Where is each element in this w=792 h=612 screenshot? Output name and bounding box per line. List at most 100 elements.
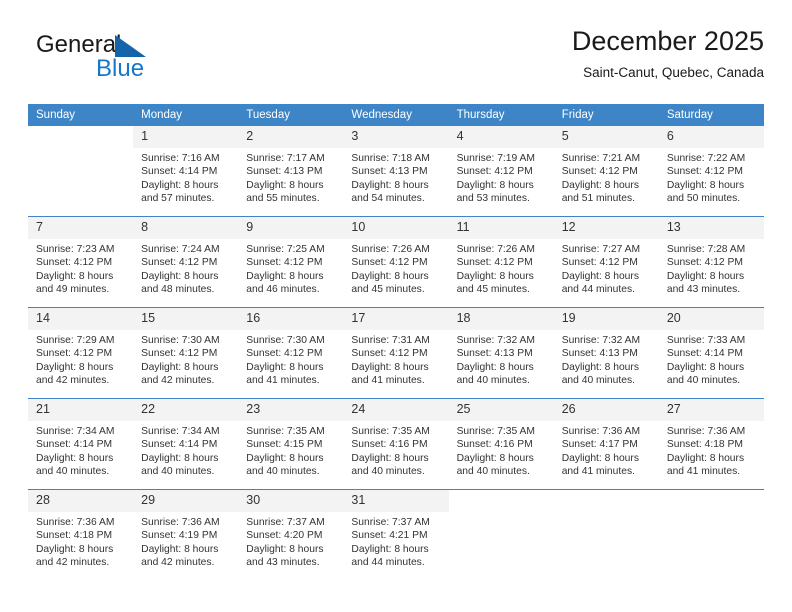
- daylight-text-line2: and 54 minutes.: [351, 193, 425, 205]
- day-details: Sunrise: 7:33 AM Sunset: 4:14 PM Daylight:…: [659, 330, 764, 388]
- day-details: Sunrise: 7:28 AM Sunset: 4:12 PM Daylight:…: [659, 239, 764, 297]
- calendar-day-cell[interactable]: 22 Sunrise: 7:34 AM Sunset: 4:14 PM Dayligh…: [133, 398, 239, 490]
- calendar-day-cell[interactable]: 1 Sunrise: 7:16 AM Sunset: 4:14 PM Daylight…: [133, 126, 239, 217]
- calendar-day-cell[interactable]: 25 Sunrise: 7:35 AM Sunset: 4:16 PM Dayligh…: [448, 398, 554, 490]
- sunrise-text: Sunrise: 7:36 AM: [561, 426, 641, 437]
- calendar-day-cell[interactable]: 5 Sunrise: 7:21 AM Sunset: 4:12 PM Daylight…: [553, 126, 659, 217]
- weekday-header-monday: Monday: [133, 104, 239, 126]
- calendar-day-cell[interactable]: 29 Sunrise: 7:36 AM Sunset: 4:19 PM Dayligh…: [133, 489, 239, 580]
- sunset-text: Sunset: 4:18 PM: [666, 439, 743, 451]
- calendar-header-row: Sunday Monday Tuesday Wednesday Thursday…: [28, 104, 764, 126]
- sunrise-text: Sunrise: 7:27 AM: [561, 244, 641, 255]
- day-number: 29: [133, 490, 239, 512]
- calendar-day-cell[interactable]: 13 Sunrise: 7:28 AM Sunset: 4:12 PM Dayligh…: [658, 216, 764, 308]
- calendar-day-cell[interactable]: 9 Sunrise: 7:25 AM Sunset: 4:12 PM Daylight…: [238, 216, 344, 308]
- calendar-day-cell[interactable]: 2 Sunrise: 7:17 AM Sunset: 4:13 PM Daylight…: [238, 126, 344, 217]
- day-number: 2: [238, 126, 344, 148]
- day-details: Sunrise: 7:18 AM Sunset: 4:13 PM Daylight:…: [343, 148, 448, 206]
- day-number: 8: [133, 217, 239, 239]
- day-number: 14: [28, 308, 134, 330]
- calendar-page: General Blue December 2025 Saint-Canut, …: [0, 0, 792, 612]
- calendar-day-cell[interactable]: 15 Sunrise: 7:30 AM Sunset: 4:12 PM Dayligh…: [133, 307, 239, 399]
- daylight-text-line2: and 57 minutes.: [141, 193, 215, 205]
- day-number: 5: [553, 126, 659, 148]
- calendar-day-cell[interactable]: 27 Sunrise: 7:36 AM Sunset: 4:18 PM Dayligh…: [658, 398, 764, 490]
- sunrise-text: Sunrise: 7:30 AM: [141, 335, 220, 346]
- calendar-day-cell[interactable]: 6 Sunrise: 7:22 AM Sunset: 4:12 PM Daylight…: [658, 126, 764, 217]
- calendar-day-cell[interactable]: 21 Sunrise: 7:34 AM Sunset: 4:14 PM Dayligh…: [28, 398, 134, 490]
- calendar-week-row: 7 Sunrise: 7:23 AM Sunset: 4:12 PM Daylight…: [28, 216, 764, 308]
- sunrise-text: Sunrise: 7:26 AM: [456, 244, 535, 255]
- calendar-day-cell[interactable]: 7 Sunrise: 7:23 AM Sunset: 4:12 PM Daylight…: [28, 216, 134, 308]
- day-details: Sunrise: 7:25 AM Sunset: 4:12 PM Daylight:…: [238, 239, 343, 297]
- daylight-text-line2: and 42 minutes.: [36, 557, 110, 569]
- day-number: 22: [133, 399, 239, 421]
- sunset-text: Sunset: 4:14 PM: [36, 439, 113, 451]
- daylight-text-line1: Daylight: 8 hours: [246, 179, 324, 191]
- sunrise-text: Sunrise: 7:23 AM: [36, 244, 115, 255]
- day-number: 13: [658, 217, 764, 239]
- day-number: 9: [238, 217, 344, 239]
- calendar-day-cell[interactable]: 14 Sunrise: 7:29 AM Sunset: 4:12 PM Dayligh…: [28, 307, 134, 399]
- calendar-day-cell[interactable]: 4 Sunrise: 7:19 AM Sunset: 4:12 PM Daylight…: [448, 126, 554, 217]
- day-details: Sunrise: 7:36 AM Sunset: 4:18 PM Daylight:…: [28, 512, 133, 570]
- daylight-text-line1: Daylight: 8 hours: [141, 179, 219, 191]
- sunset-text: Sunset: 4:12 PM: [246, 348, 323, 360]
- sunrise-text: Sunrise: 7:34 AM: [36, 426, 115, 437]
- calendar-day-cell[interactable]: 23 Sunrise: 7:35 AM Sunset: 4:15 PM Dayligh…: [238, 398, 344, 490]
- calendar-day-cell[interactable]: 24 Sunrise: 7:35 AM Sunset: 4:16 PM Dayligh…: [343, 398, 449, 490]
- day-details: Sunrise: 7:37 AM Sunset: 4:21 PM Daylight:…: [343, 512, 448, 570]
- calendar-day-cell[interactable]: 11 Sunrise: 7:26 AM Sunset: 4:12 PM Dayligh…: [448, 216, 554, 308]
- calendar-day-cell[interactable]: 18 Sunrise: 7:32 AM Sunset: 4:13 PM Dayligh…: [448, 307, 554, 399]
- calendar-day-cell[interactable]: 16 Sunrise: 7:30 AM Sunset: 4:12 PM Dayligh…: [238, 307, 344, 399]
- calendar-day-cell[interactable]: 3 Sunrise: 7:18 AM Sunset: 4:13 PM Daylight…: [343, 126, 449, 217]
- weekday-header-saturday: Saturday: [658, 104, 764, 126]
- day-details: Sunrise: 7:23 AM Sunset: 4:12 PM Daylight:…: [28, 239, 133, 297]
- sunset-text: Sunset: 4:14 PM: [141, 166, 218, 178]
- day-number: 21: [28, 399, 134, 421]
- day-number: 15: [133, 308, 239, 330]
- daylight-text-line1: Daylight: 8 hours: [561, 270, 639, 282]
- calendar-day-cell[interactable]: 10 Sunrise: 7:26 AM Sunset: 4:12 PM Dayligh…: [343, 216, 449, 308]
- calendar-grid: Sunday Monday Tuesday Wednesday Thursday…: [28, 104, 764, 580]
- sunset-text: Sunset: 4:13 PM: [351, 166, 428, 178]
- daylight-text-line2: and 40 minutes.: [561, 375, 635, 387]
- daylight-text-line2: and 41 minutes.: [351, 375, 425, 387]
- calendar-day-cell[interactable]: 28 Sunrise: 7:36 AM Sunset: 4:18 PM Dayligh…: [28, 489, 134, 580]
- sunset-text: Sunset: 4:12 PM: [456, 257, 533, 269]
- calendar-week-row: 21 Sunrise: 7:34 AM Sunset: 4:14 PM Dayligh…: [28, 398, 764, 490]
- day-details: Sunrise: 7:30 AM Sunset: 4:12 PM Daylight:…: [133, 330, 238, 388]
- calendar-day-cell[interactable]: 26 Sunrise: 7:36 AM Sunset: 4:17 PM Dayligh…: [553, 398, 659, 490]
- calendar-day-cell[interactable]: 17 Sunrise: 7:31 AM Sunset: 4:12 PM Dayligh…: [343, 307, 449, 399]
- calendar-day-cell[interactable]: 20 Sunrise: 7:33 AM Sunset: 4:14 PM Dayligh…: [658, 307, 764, 399]
- daylight-text-line2: and 42 minutes.: [36, 375, 110, 387]
- calendar-day-cell[interactable]: 31 Sunrise: 7:37 AM Sunset: 4:21 PM Dayligh…: [343, 489, 449, 580]
- sunrise-text: Sunrise: 7:21 AM: [561, 153, 641, 164]
- daylight-text-line2: and 50 minutes.: [666, 193, 741, 205]
- weekday-header-thursday: Thursday: [448, 104, 554, 126]
- daylight-text-line1: Daylight: 8 hours: [351, 452, 429, 464]
- sunset-text: Sunset: 4:12 PM: [351, 348, 428, 360]
- daylight-text-line1: Daylight: 8 hours: [456, 270, 534, 282]
- calendar-day-cell[interactable]: 12 Sunrise: 7:27 AM Sunset: 4:12 PM Dayligh…: [553, 216, 659, 308]
- calendar-day-cell[interactable]: 19 Sunrise: 7:32 AM Sunset: 4:13 PM Dayligh…: [553, 307, 659, 399]
- daylight-text-line2: and 46 minutes.: [246, 284, 320, 296]
- day-number: 31: [343, 490, 449, 512]
- day-number: [28, 126, 133, 148]
- calendar-day-cell-empty: [658, 489, 764, 580]
- day-details: Sunrise: 7:35 AM Sunset: 4:15 PM Daylight:…: [238, 421, 343, 479]
- daylight-text-line2: and 41 minutes.: [246, 375, 320, 387]
- day-details: Sunrise: 7:36 AM Sunset: 4:17 PM Daylight:…: [554, 421, 659, 479]
- daylight-text-line2: and 44 minutes.: [351, 557, 425, 569]
- daylight-text-line1: Daylight: 8 hours: [246, 452, 324, 464]
- general-blue-logo: General Blue: [36, 32, 226, 90]
- daylight-text-line1: Daylight: 8 hours: [141, 543, 219, 555]
- daylight-text-line2: and 42 minutes.: [141, 557, 215, 569]
- calendar-day-cell[interactable]: 30 Sunrise: 7:37 AM Sunset: 4:20 PM Dayligh…: [238, 489, 344, 580]
- weekday-header-wednesday: Wednesday: [343, 104, 449, 126]
- day-details: Sunrise: 7:16 AM Sunset: 4:14 PM Daylight:…: [133, 148, 238, 206]
- daylight-text-line1: Daylight: 8 hours: [141, 361, 219, 373]
- page-subtitle: Saint-Canut, Quebec, Canada: [583, 65, 764, 80]
- sunrise-text: Sunrise: 7:37 AM: [246, 517, 325, 528]
- calendar-day-cell[interactable]: 8 Sunrise: 7:24 AM Sunset: 4:12 PM Daylight…: [133, 216, 239, 308]
